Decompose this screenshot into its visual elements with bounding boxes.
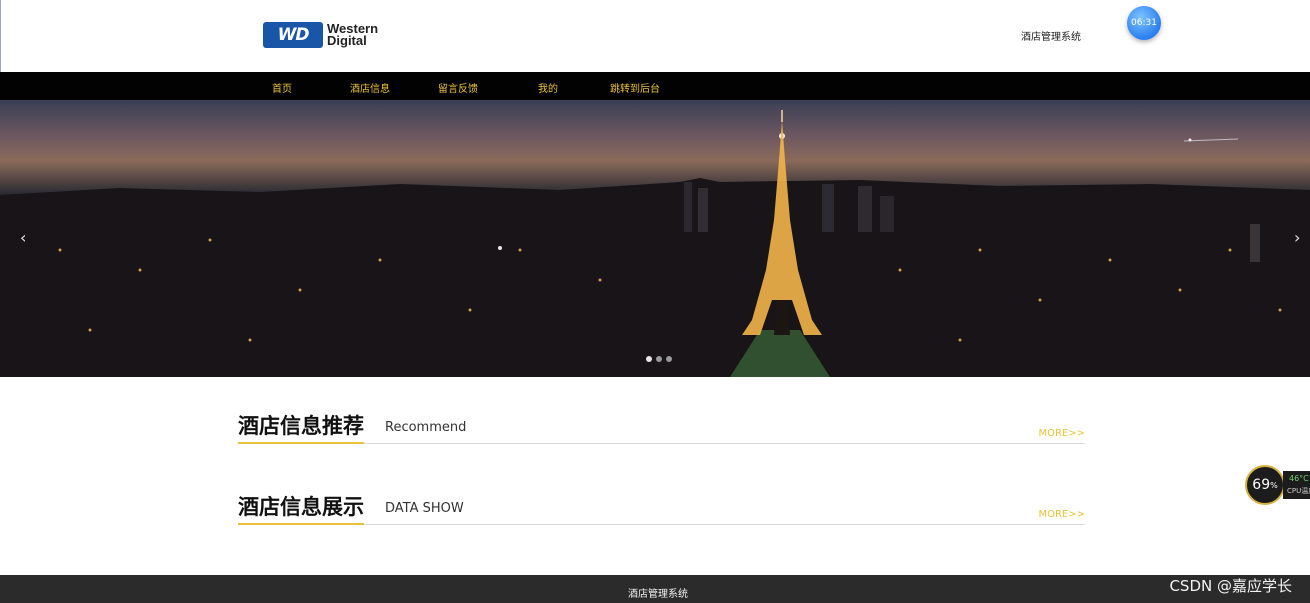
carousel-dot-1[interactable]	[646, 356, 652, 362]
nav-item-hotel-info[interactable]: 酒店信息	[350, 80, 390, 95]
footer-text: 酒店管理系统	[628, 589, 688, 600]
logo-text: Western Digital	[327, 22, 378, 48]
more-link[interactable]: MORE>>	[1038, 509, 1085, 520]
section-title-cn: 酒店信息展示	[238, 491, 364, 525]
section-recommend: 酒店信息推荐 Recommend MORE>>	[238, 408, 1085, 444]
section-data-show: 酒店信息展示 DATA SHOW MORE>>	[238, 489, 1085, 525]
logo-badge: WD	[263, 22, 323, 48]
logo-mark: WD	[277, 25, 310, 45]
cpu-percent-unit: %	[1270, 480, 1278, 490]
site-title: 酒店管理系统	[1021, 32, 1081, 43]
clock-widget[interactable]: 06:31	[1127, 6, 1161, 40]
section-title-cn: 酒店信息推荐	[238, 410, 364, 444]
cpu-monitor-widget[interactable]: 69% 46°C CPU温度	[1245, 465, 1310, 505]
csdn-watermark: CSDN @嘉应学长	[1169, 577, 1292, 595]
main-nav: 首页 酒店信息 留言反馈 我的 跳转到后台	[0, 72, 1310, 100]
cpu-info-panel: 46°C CPU温度	[1283, 471, 1310, 499]
cpu-temperature: 46°C	[1289, 474, 1309, 483]
carousel-dots	[646, 356, 672, 362]
cpu-percent: 69	[1252, 477, 1271, 493]
nav-item-admin[interactable]: 跳转到后台	[610, 80, 660, 95]
banner-carousel[interactable]: ‹ ›	[0, 100, 1310, 377]
header: WD Western Digital 酒店管理系统 06:31	[0, 0, 1310, 72]
carousel-dot-3[interactable]	[666, 356, 672, 362]
nav-item-feedback[interactable]: 留言反馈	[438, 80, 478, 95]
cpu-usage-ring: 69%	[1245, 465, 1285, 505]
carousel-dot-2[interactable]	[656, 356, 662, 362]
city-night-image	[0, 110, 1310, 377]
carousel-next-icon[interactable]: ›	[1294, 228, 1300, 247]
logo-line-2: Digital	[327, 33, 367, 48]
nav-item-mine[interactable]: 我的	[538, 80, 558, 95]
section-title-en: Recommend	[385, 420, 467, 435]
logo[interactable]: WD Western Digital	[263, 22, 378, 48]
nav-item-home[interactable]: 首页	[272, 80, 292, 95]
footer: 酒店管理系统	[0, 575, 1310, 603]
carousel-prev-icon[interactable]: ‹	[20, 228, 26, 247]
section-title-en: DATA SHOW	[385, 501, 464, 516]
more-link[interactable]: MORE>>	[1038, 428, 1085, 439]
cpu-label: CPU温度	[1287, 487, 1310, 495]
